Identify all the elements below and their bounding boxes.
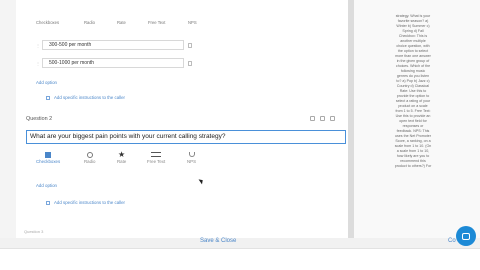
nps-icon (188, 152, 195, 157)
star-icon: ★ (118, 150, 126, 159)
footer-spacer (0, 238, 480, 248)
settings-icon[interactable] (330, 116, 335, 121)
add-instructions-link[interactable]: Add specific instructions to the caller (46, 95, 125, 100)
checkbox-icon (45, 151, 52, 158)
type-label: Rate (117, 159, 127, 164)
footer-secondary-button[interactable]: Co (448, 238, 456, 244)
survey-editor: Checkboxes Radio Rate Free Text NPS ⋮ 30… (16, 0, 348, 238)
checkbox-icon[interactable] (46, 200, 50, 205)
next-question-label: Question 3 (24, 229, 44, 234)
drag-handle-icon[interactable]: ⋮ (36, 43, 40, 48)
type-label: Radio (84, 159, 96, 164)
type-label: Checkboxes (36, 159, 61, 164)
type-label-checkboxes-top[interactable]: Checkboxes (36, 20, 59, 25)
footer-bar (0, 248, 480, 270)
add-instructions-label: Add specific instructions to the caller (54, 95, 126, 100)
copy-icon[interactable] (320, 116, 325, 121)
help-text: strategy. What is your favorite season? … (394, 14, 432, 168)
option-row: ⋮ 300-500 per month (36, 40, 184, 50)
type-free-text[interactable]: Free Text (147, 150, 165, 164)
type-label: Free Text (147, 159, 166, 164)
type-label: NPS (187, 159, 197, 164)
add-instructions-link[interactable]: Add specific instructions to the caller (46, 200, 125, 205)
type-label-nps-top[interactable]: NPS (188, 20, 197, 25)
type-rate[interactable]: ★ Rate (117, 150, 126, 164)
type-label-rate-top[interactable]: Rate (117, 20, 126, 25)
add-option-link[interactable]: Add option (36, 183, 57, 188)
option-input[interactable]: 500-1000 per month (42, 58, 184, 68)
type-label-freetext-top[interactable]: Free Text (148, 20, 165, 25)
type-nps[interactable]: NPS (187, 150, 196, 164)
save-close-button[interactable]: Save & Close (200, 238, 236, 244)
option-row: ⋮ 500-1000 per month (36, 58, 184, 68)
option-input[interactable]: 300-500 per month (42, 40, 184, 50)
question-text-input[interactable]: What are your biggest pain points with y… (26, 130, 346, 144)
add-instructions-label: Add specific instructions to the caller (54, 200, 126, 205)
trash-icon[interactable] (188, 43, 192, 48)
chat-widget-button[interactable] (456, 226, 476, 246)
type-checkboxes[interactable]: Checkboxes (36, 150, 60, 164)
add-option-link[interactable]: Add option (36, 80, 57, 85)
trash-icon[interactable] (188, 61, 192, 66)
question-actions (305, 116, 335, 121)
type-radio[interactable]: Radio (84, 150, 95, 164)
type-label-radio-top[interactable]: Radio (84, 20, 95, 25)
radio-icon (86, 151, 93, 158)
delete-icon[interactable] (310, 116, 315, 121)
chat-icon (462, 232, 470, 240)
checkbox-icon[interactable] (46, 95, 50, 100)
left-gutter (0, 0, 16, 270)
drag-handle-icon[interactable]: ⋮ (36, 61, 40, 66)
free-text-icon (151, 152, 162, 157)
question-label: Question 2 (26, 116, 53, 122)
